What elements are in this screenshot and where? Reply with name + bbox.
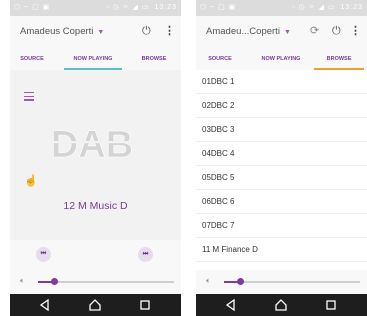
- system-nav-bar: [196, 294, 367, 316]
- battery-icon: ▭: [327, 4, 336, 11]
- status-system-icons: ◦ ◷ ✧ ◢ ▭ 13:23: [106, 3, 177, 11]
- refresh-icon[interactable]: ⟳: [310, 25, 319, 37]
- power-icon[interactable]: ⏻: [332, 25, 341, 37]
- volume-row: 🔈︎: [10, 270, 181, 294]
- recents-icon[interactable]: [324, 298, 338, 312]
- status-time: 13:23: [154, 4, 177, 11]
- volume-icon[interactable]: 🔈︎: [206, 276, 211, 286]
- device-selector[interactable]: Amadeu...Coperti ▼: [206, 26, 291, 37]
- recents-icon[interactable]: [138, 298, 152, 312]
- skip-previous-button[interactable]: ⏮: [36, 247, 51, 262]
- skip-previous-icon: ⏮: [40, 251, 47, 257]
- app-bar: Amadeus Coperti ▼ ⏻ ⋮: [10, 16, 181, 48]
- status-indicator-icons: ◦ ◷ ✧ ◢: [292, 4, 325, 11]
- now-playing-screen: ⬡ ~ ▢ ▣ ◦ ◷ ✧ ◢ ▭ 13:23 Amadeus Coperti ▼…: [10, 0, 181, 316]
- tab-now-playing[interactable]: NOW PLAYING: [252, 48, 310, 70]
- dropdown-caret-icon: ▼: [283, 29, 291, 36]
- volume-slider[interactable]: [224, 278, 360, 285]
- station-list-item[interactable]: 02DBC 2: [196, 94, 367, 118]
- home-icon[interactable]: [88, 298, 102, 312]
- status-notification-icons: ⬡ ~ ▢ ▣: [14, 4, 51, 11]
- station-list: 01DBC 1 02DBC 2 03DBC 3 04DBC 4 05DBC 5 …: [196, 70, 367, 270]
- transport-controls: ⏮ ⏭: [10, 240, 181, 270]
- list-icon[interactable]: [24, 92, 34, 103]
- back-icon[interactable]: [38, 298, 52, 312]
- volume-icon[interactable]: 🔈︎: [20, 276, 25, 286]
- station-list-item[interactable]: 05DBC 5: [196, 166, 367, 190]
- volume-slider[interactable]: [38, 278, 174, 285]
- more-vert-icon[interactable]: ⋮: [350, 25, 361, 37]
- power-icon[interactable]: ⏻: [142, 25, 151, 37]
- device-name: Amadeus Coperti: [20, 26, 94, 37]
- status-notification-icons: ⬡ ~ ▢ ▣: [200, 4, 237, 11]
- station-list-item[interactable]: 06DBC 6: [196, 190, 367, 214]
- status-time: 13:23: [340, 4, 363, 11]
- now-playing-area: DAB ☝ 12 M Music D: [10, 70, 181, 240]
- volume-thumb[interactable]: [50, 278, 58, 285]
- station-list-item[interactable]: 03DBC 3: [196, 118, 367, 142]
- battery-icon: ▭: [141, 4, 150, 11]
- status-bar: ⬡ ~ ▢ ▣ ◦ ◷ ✧ ◢ ▭ 13:23: [10, 0, 181, 16]
- thumbs-up-icon[interactable]: ☝: [24, 174, 38, 187]
- tab-bar: SOURCE NOW PLAYING BROWSE: [10, 48, 181, 70]
- tab-now-playing[interactable]: NOW PLAYING: [64, 48, 122, 70]
- browse-screen: ⬡ ~ ▢ ▣ ◦ ◷ ✧ ◢ ▭ 13:23 Amadeu...Coperti…: [196, 0, 367, 316]
- current-station: 12 M Music D: [63, 200, 128, 212]
- app-bar: Amadeu...Coperti ▼ ⟳ ⏻ ⋮: [196, 16, 367, 48]
- skip-next-icon: ⏭: [142, 251, 149, 257]
- dropdown-caret-icon: ▼: [97, 29, 105, 36]
- tab-source[interactable]: SOURCE: [10, 48, 54, 70]
- volume-row: 🔈︎: [196, 270, 367, 294]
- volume-thumb[interactable]: [236, 278, 244, 285]
- device-name: Amadeu...Coperti: [206, 26, 280, 37]
- status-indicator-icons: ◦ ◷ ✧ ◢: [106, 4, 139, 11]
- system-nav-bar: [10, 294, 181, 316]
- tab-source[interactable]: SOURCE: [196, 48, 244, 70]
- dab-logo: DAB: [42, 124, 142, 160]
- device-selector[interactable]: Amadeus Coperti ▼: [20, 26, 104, 37]
- station-list-item[interactable]: 04DBC 4: [196, 142, 367, 166]
- station-list-item[interactable]: 12 M Music D: [196, 262, 367, 270]
- station-list-item[interactable]: 07DBC 7: [196, 214, 367, 238]
- station-list-item[interactable]: 11 M Finance D: [196, 238, 367, 262]
- station-list-item[interactable]: 01DBC 1: [196, 70, 367, 94]
- tab-browse[interactable]: BROWSE: [314, 48, 364, 70]
- home-icon[interactable]: [274, 298, 288, 312]
- skip-next-button[interactable]: ⏭: [138, 247, 153, 262]
- status-system-icons: ◦ ◷ ✧ ◢ ▭ 13:23: [292, 3, 363, 11]
- tab-browse[interactable]: BROWSE: [130, 48, 178, 70]
- back-icon[interactable]: [224, 298, 238, 312]
- tab-bar: SOURCE NOW PLAYING BROWSE: [196, 48, 367, 70]
- more-vert-icon[interactable]: ⋮: [164, 25, 175, 37]
- status-bar: ⬡ ~ ▢ ▣ ◦ ◷ ✧ ◢ ▭ 13:23: [196, 0, 367, 16]
